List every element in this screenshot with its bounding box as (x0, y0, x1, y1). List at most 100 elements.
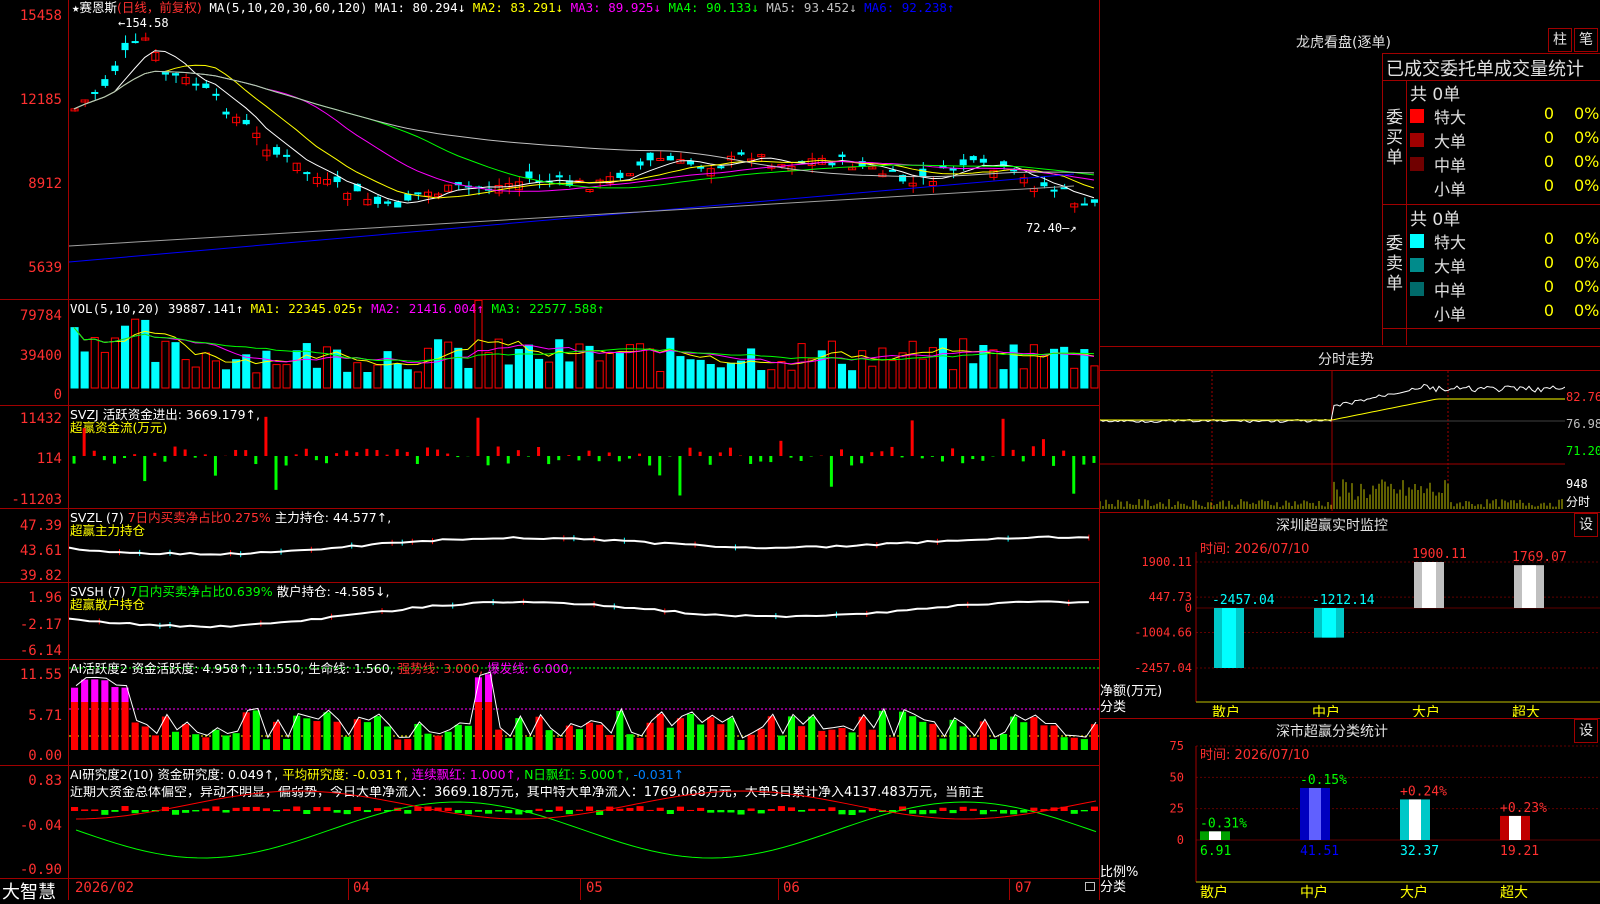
volume-bar (878, 347, 887, 389)
research-bar (262, 808, 270, 811)
active-bar (111, 702, 119, 750)
candle-body (838, 154, 846, 157)
active-bar (525, 737, 533, 750)
candle-body (1080, 203, 1088, 206)
volume-bar (454, 347, 463, 389)
volume-bar (837, 363, 847, 389)
svzl-y-label-0: 47.39 (19, 518, 62, 534)
active-bar (283, 738, 291, 750)
svzj-panel[interactable]: SVZJ 活跃资金进出: 3669.179↑, 超赢资金流(万元) 11432 … (0, 406, 1099, 508)
buy-pct: 0% (1574, 176, 1600, 195)
svzj-y-label-0: 11432 (19, 411, 62, 427)
ai-research-panel[interactable]: AI研究度2(10) 资金研究度: 0.049↑, 平均研究度: -0.031↑… (0, 766, 1099, 878)
candle-body (111, 65, 119, 72)
volume-bar (787, 369, 796, 389)
candle-body (212, 93, 220, 96)
active-bar (313, 721, 321, 750)
svzl-line (69, 534, 1090, 558)
sz-class-panel[interactable]: 深市超赢分类统计 设 时间: 2026/07/10 75 50 25 0 -0.31% 6… (1100, 718, 1600, 900)
candle-body (444, 184, 453, 192)
svzj-y-label-1: 114 (36, 451, 62, 467)
research-bar (495, 810, 503, 812)
intraday-vol-label: 948 (1566, 477, 1588, 491)
svzj-flow-bars (72, 416, 1096, 496)
favorite-star-icon[interactable]: ★ (72, 0, 80, 15)
active-bar (838, 728, 846, 750)
volume-bar (1029, 344, 1038, 389)
intraday-panel[interactable]: 分时走势 82.76 76.98 71.20 948 分时 (1100, 346, 1600, 511)
volume-bar (1039, 356, 1049, 389)
candle-body (1050, 189, 1058, 192)
color-swatch (1410, 258, 1424, 272)
svsh-panel[interactable]: SVSH (7) 7日内买卖净占比0.639% 散户持仓: -4.585↓, 超… (0, 583, 1099, 659)
research-bar (565, 810, 573, 815)
sell-pct: 0% (1574, 301, 1600, 320)
intraday-label-0: 82.76 (1566, 390, 1600, 404)
change-label: +0.23% (1500, 801, 1547, 816)
candle-body (717, 166, 725, 169)
active-bar-hot (71, 687, 79, 702)
tick-mode-button[interactable]: 笔 (1574, 28, 1598, 52)
candle-body (91, 91, 99, 94)
candle-body (394, 201, 402, 208)
ai-active-bars (69, 667, 1099, 750)
research-bar (232, 807, 240, 811)
active-bar (131, 722, 139, 750)
volume-bar (545, 361, 554, 389)
active-bar (171, 731, 180, 750)
volume-bar (696, 359, 705, 389)
share-bar-highlight (1409, 799, 1421, 840)
active-bar (596, 724, 604, 750)
volume-bar (736, 360, 746, 389)
active-bar (717, 724, 725, 750)
volume-panel[interactable]: VOL(5,10,20) 39887.141↑ MA1: 22345.025↑ … (0, 300, 1099, 405)
active-bar (303, 718, 311, 750)
color-swatch (1410, 306, 1424, 320)
candle-body (272, 147, 281, 155)
buy-total: 共 0单 (1410, 85, 1461, 105)
research-bar (626, 807, 634, 811)
svsh-line (69, 600, 1089, 629)
ma5-value: MA5: 93.452↓ (766, 0, 857, 15)
active-bar (899, 711, 907, 750)
active-bar (262, 739, 270, 750)
color-swatch (1410, 282, 1424, 296)
volume-bar (363, 372, 372, 389)
candlestick-chart[interactable] (69, 14, 1099, 299)
volume-bar (252, 372, 261, 389)
active-bar (373, 716, 382, 750)
active-bar (969, 737, 977, 750)
active-bar (394, 739, 402, 750)
research-bar (1070, 810, 1078, 814)
volume-bar (969, 363, 978, 389)
volume-bar (232, 359, 241, 389)
candle-body (949, 168, 957, 171)
active-bar (707, 717, 715, 750)
price-y-label-0: 15458 (19, 8, 62, 24)
price-header: ★赛恩斯(日线，前复权) MA(5,10,20,30,60,120) MA1: … (72, 1, 954, 15)
volume-bar (151, 361, 160, 389)
lock-icon[interactable] (1085, 882, 1095, 891)
share-value-label: 41.51 (1300, 844, 1339, 859)
candle-body (1090, 199, 1098, 203)
ma-line (73, 70, 1095, 189)
svsh-line (69, 598, 1089, 629)
period-label[interactable]: (日线，前复权) (117, 0, 202, 15)
volume-bar (464, 367, 473, 389)
x-label-3: 06 (783, 880, 800, 896)
active-bar (616, 710, 624, 750)
active-bar (474, 702, 483, 750)
research-bar (242, 807, 250, 811)
color-swatch (1410, 234, 1424, 248)
candle-body (828, 162, 836, 166)
x-label-0: 2026/02 (75, 880, 135, 896)
price-panel[interactable]: ★赛恩斯(日线，前复权) MA(5,10,20,30,60,120) MA1: … (0, 0, 1099, 299)
research-bar (656, 807, 664, 811)
buy-pct: 0% (1574, 128, 1600, 147)
sz-monitor-panel[interactable]: 深圳超赢实时监控 设 时间: 2026/07/10 1900.11 447.73 0… (1100, 512, 1600, 717)
active-bar (424, 733, 432, 750)
volume-bar (868, 365, 877, 389)
svzl-panel[interactable]: SVZL (7) 7日内买卖净占比0.275% 主力持仓: 44.577↑, 超… (0, 509, 1099, 583)
ai-active-panel[interactable]: AI活跃度2 资金活跃度: 4.958↑, 11.550, 生命线: 1.560… (0, 660, 1099, 765)
bar-mode-button[interactable]: 柱 (1548, 28, 1572, 52)
